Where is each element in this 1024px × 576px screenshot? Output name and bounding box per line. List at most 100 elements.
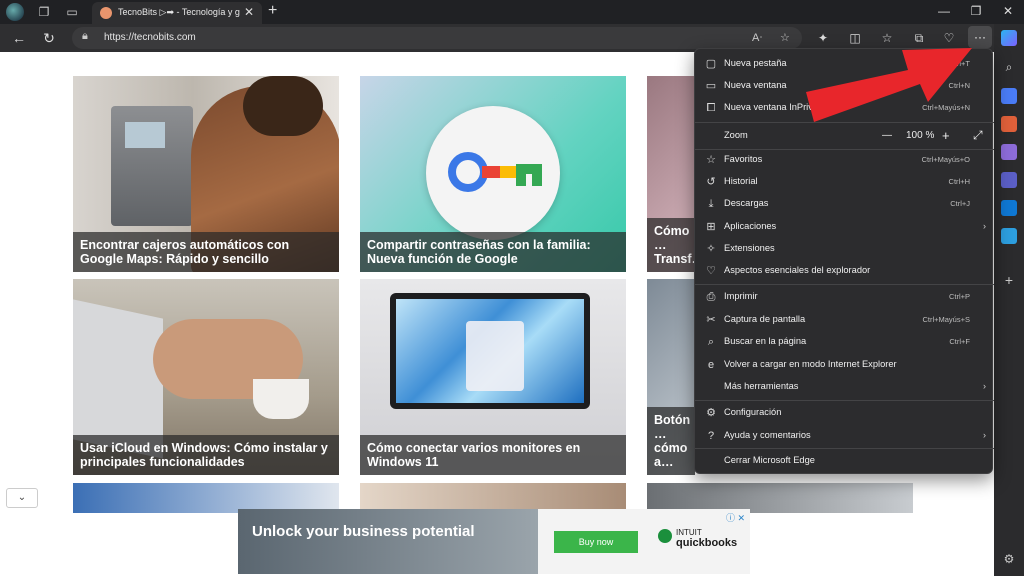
menu-item-screenshot[interactable]: ✂ Captura de pantalla Ctrl+Mayús+S xyxy=(695,309,994,331)
zoom-value: 100 % xyxy=(906,130,935,141)
hair-shape xyxy=(243,76,323,136)
menu-item-extensions[interactable]: ✧ Extensiones xyxy=(695,238,994,260)
games-icon[interactable] xyxy=(1001,144,1017,160)
sidebar-settings-icon[interactable]: ⚙ xyxy=(1001,552,1017,568)
zoom-in-button[interactable]: + xyxy=(942,128,950,143)
tab-title: TecnoBits ▷➡ - Tecnología y gadgets xyxy=(118,7,240,17)
menu-label: Aplicaciones xyxy=(724,221,777,231)
tab-favicon-icon xyxy=(100,7,112,19)
ad-brand: INTUIT quickbooks xyxy=(676,528,737,549)
monitor-shape xyxy=(390,293,590,409)
article-title[interactable]: Encontrar cajeros automáticos con Google… xyxy=(73,232,339,272)
help-icon: ? xyxy=(707,430,715,442)
fullscreen-icon[interactable]: ⤢ xyxy=(973,128,983,143)
collapse-ad-button[interactable]: ⌄ xyxy=(6,488,38,508)
menu-item-ie-mode[interactable]: e Volver a cargar en modo Internet Explo… xyxy=(695,354,994,376)
menu-item-settings[interactable]: ⚙ Configuración xyxy=(695,402,994,424)
close-window-button[interactable]: ✕ xyxy=(998,4,1018,18)
menu-label: Buscar en la página xyxy=(724,336,807,346)
menu-item-help[interactable]: ? Ayuda y comentarios › xyxy=(695,425,994,447)
menu-shortcut: Ctrl+H xyxy=(948,177,970,186)
find-icon: ⌕ xyxy=(707,336,715,348)
article-card[interactable]: Usar iCloud en Windows: Cómo instalar y … xyxy=(73,279,339,475)
menu-label: Aspectos esenciales del explorador xyxy=(724,265,871,275)
menu-item-favorites[interactable]: ☆ Favoritos Ctrl+Mayús+O xyxy=(695,149,994,171)
coffee-cup-shape xyxy=(253,379,309,419)
shopping-tag-icon[interactable] xyxy=(1001,88,1017,104)
article-card[interactable]: Compartir contraseñas con la familia: Nu… xyxy=(360,76,626,272)
inprivate-icon: ⧠ xyxy=(706,102,716,114)
ad-close-icon[interactable]: ⓘ ✕ xyxy=(726,511,745,524)
copilot-icon[interactable] xyxy=(1001,30,1017,46)
tab-actions-icon[interactable]: ▭ xyxy=(64,4,80,20)
menu-label: Descargas xyxy=(724,198,769,208)
add-sidebar-app-icon[interactable]: + xyxy=(1001,272,1017,288)
article-card[interactable]: Cómo conectar varios monitores en Window… xyxy=(360,279,626,475)
menu-item-find[interactable]: ⌕ Buscar en la página Ctrl+F xyxy=(695,331,994,353)
menu-item-essentials[interactable]: ♡ Aspectos esenciales del explorador xyxy=(695,260,994,282)
profile-avatar[interactable] xyxy=(6,3,24,21)
screenshot-icon: ✂ xyxy=(706,314,716,326)
new-tab-button[interactable]: + xyxy=(268,2,277,20)
minimize-button[interactable]: — xyxy=(934,4,954,18)
menu-label: Volver a cargar en modo Internet Explore… xyxy=(724,359,897,369)
menu-item-print[interactable]: ⎙ Imprimir Ctrl+P xyxy=(695,286,994,308)
title-bar: ❐ ▭ TecnoBits ▷➡ - Tecnología y gadgets … xyxy=(0,0,1024,24)
address-bar[interactable]: 🔒︎ https://tecnobits.com Aᐧ ☆ xyxy=(72,27,802,49)
zoom-out-button[interactable]: — xyxy=(882,130,892,141)
search-icon[interactable]: ⌕ xyxy=(1001,60,1017,76)
favorite-star-icon[interactable]: ☆ xyxy=(780,31,790,44)
article-card[interactable]: Cómo … Transf… xyxy=(647,76,695,272)
workspaces-icon[interactable]: ❐ xyxy=(36,4,52,20)
outlook-icon[interactable] xyxy=(1001,200,1017,216)
ad-brand-name: quickbooks xyxy=(676,537,738,549)
zoom-label: Zoom xyxy=(724,130,748,140)
menu-label: Ayuda y comentarios xyxy=(724,430,811,440)
menu-item-apps[interactable]: ⊞ Aplicaciones › xyxy=(695,216,994,238)
new-window-icon: ▭ xyxy=(705,80,717,92)
menu-label: Historial xyxy=(724,176,758,186)
chevron-right-icon: › xyxy=(983,430,986,440)
article-title[interactable]: Botón … cómo a… xyxy=(647,407,695,475)
menu-shortcut: Ctrl+P xyxy=(948,292,970,301)
tab-close-icon[interactable]: ✕ xyxy=(244,5,254,19)
article-title[interactable]: Usar iCloud en Windows: Cómo instalar y … xyxy=(73,435,339,475)
extensions-icon: ✧ xyxy=(706,243,716,255)
lock-icon[interactable]: 🔒︎ xyxy=(82,30,88,43)
article-card[interactable]: Botón … cómo a… xyxy=(647,279,695,475)
menu-shortcut: Ctrl+F xyxy=(949,337,970,346)
office-icon[interactable] xyxy=(1001,172,1017,188)
history-icon: ↺ xyxy=(706,176,716,188)
menu-shortcut: Ctrl+Mayús+S xyxy=(922,315,970,324)
menu-label: Cerrar Microsoft Edge xyxy=(724,455,815,465)
key-logo-circle xyxy=(426,106,560,240)
article-title[interactable]: Cómo … Transf… xyxy=(647,218,695,272)
article-card[interactable]: Encontrar cajeros automáticos con Google… xyxy=(73,76,339,272)
ad-image xyxy=(238,509,538,574)
menu-item-downloads[interactable]: ⤓ Descargas Ctrl+J xyxy=(695,193,994,215)
menu-item-history[interactable]: ↺ Historial Ctrl+H xyxy=(695,171,994,193)
drop-icon[interactable] xyxy=(1001,228,1017,244)
article-title[interactable]: Cómo conectar varios monitores en Window… xyxy=(360,435,626,475)
ad-buy-now-button[interactable]: Buy now xyxy=(554,531,638,553)
tools-icon[interactable] xyxy=(1001,116,1017,132)
refresh-button[interactable]: ↻ xyxy=(40,29,58,47)
menu-label: Favoritos xyxy=(724,154,763,164)
tab-tecnobits[interactable]: TecnoBits ▷➡ - Tecnología y gadgets ✕ xyxy=(92,2,262,24)
download-icon: ⤓ xyxy=(708,198,714,210)
menu-shortcut: Ctrl+J xyxy=(950,199,970,208)
menu-divider xyxy=(695,284,994,285)
read-aloud-icon[interactable]: Aᐧ xyxy=(752,31,762,44)
article-title[interactable]: Compartir contraseñas con la familia: Nu… xyxy=(360,232,626,272)
back-button[interactable]: ← xyxy=(10,29,28,47)
menu-label: Más herramientas xyxy=(724,381,799,391)
menu-label: Nueva ventana xyxy=(724,80,787,90)
screen: ❐ ▭ TecnoBits ▷➡ - Tecnología y gadgets … xyxy=(0,0,1024,576)
gear-icon: ⚙ xyxy=(706,407,716,419)
maximize-button[interactable]: ❐ xyxy=(966,4,986,18)
menu-item-more-tools[interactable]: Más herramientas › xyxy=(695,376,994,398)
menu-item-close-edge[interactable]: Cerrar Microsoft Edge xyxy=(695,450,994,472)
ad-banner[interactable]: Unlock your business potential Buy now I… xyxy=(238,509,750,574)
chevron-right-icon: › xyxy=(983,381,986,391)
chevron-right-icon: › xyxy=(983,221,986,231)
